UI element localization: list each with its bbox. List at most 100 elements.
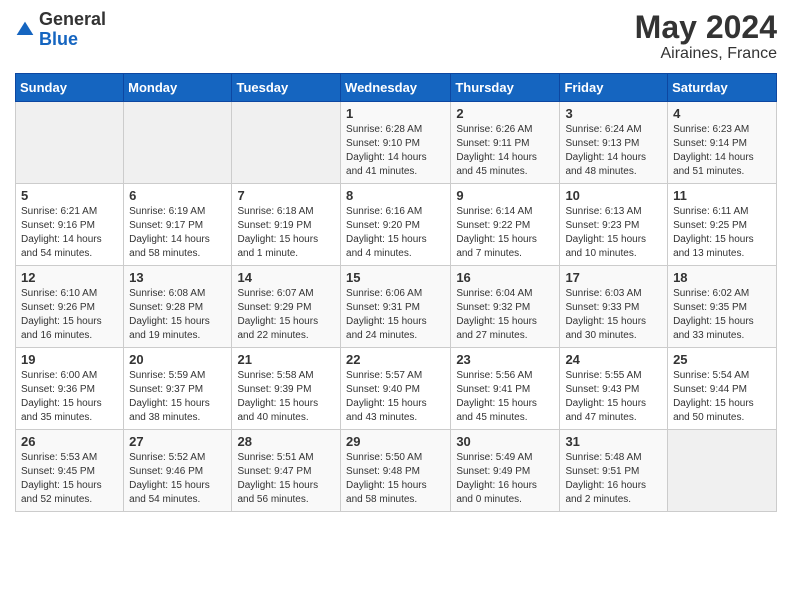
day-info: Sunrise: 5:48 AM Sunset: 9:51 PM Dayligh… bbox=[565, 451, 662, 507]
day-number: 7 bbox=[237, 188, 335, 203]
day-cell: 12Sunrise: 6:10 AM Sunset: 9:26 PM Dayli… bbox=[16, 266, 124, 348]
day-info: Sunrise: 6:03 AM Sunset: 9:33 PM Dayligh… bbox=[565, 287, 662, 343]
calendar: SundayMondayTuesdayWednesdayThursdayFrid… bbox=[15, 73, 777, 512]
day-number: 3 bbox=[565, 106, 662, 121]
day-cell: 27Sunrise: 5:52 AM Sunset: 9:46 PM Dayli… bbox=[124, 430, 232, 512]
day-cell: 31 Sunrise: 5:48 AM Sunset: 9:51 PM Dayli… bbox=[560, 430, 668, 512]
day-cell: 11 Sunrise: 6:11 AM Sunset: 9:25 PM Dayli… bbox=[668, 184, 777, 266]
day-number: 6 bbox=[129, 188, 226, 203]
day-info: Sunrise: 6:18 AM Sunset: 9:19 PM Dayligh… bbox=[237, 205, 335, 261]
day-info: Sunrise: 6:28 AM Sunset: 9:10 PM Dayligh… bbox=[346, 123, 445, 179]
day-cell: 2Sunrise: 6:26 AM Sunset: 9:11 PM Daylig… bbox=[451, 102, 560, 184]
day-number: 30 bbox=[456, 434, 554, 449]
logo-blue: Blue bbox=[39, 29, 78, 49]
day-number: 20 bbox=[129, 352, 226, 367]
day-number: 13 bbox=[129, 270, 226, 285]
week-row-2: 5Sunrise: 6:21 AM Sunset: 9:16 PM Daylig… bbox=[16, 184, 777, 266]
week-row-1: 1 Sunrise: 6:28 AM Sunset: 9:10 PM Daylig… bbox=[16, 102, 777, 184]
day-info: Sunrise: 6:02 AM Sunset: 9:35 PM Dayligh… bbox=[673, 287, 771, 343]
day-info: Sunrise: 6:21 AM Sunset: 9:16 PM Dayligh… bbox=[21, 205, 118, 261]
logo-text: General Blue bbox=[39, 10, 106, 50]
day-number: 22 bbox=[346, 352, 445, 367]
day-cell bbox=[16, 102, 124, 184]
day-info: Sunrise: 5:57 AM Sunset: 9:40 PM Dayligh… bbox=[346, 369, 445, 425]
day-info: Sunrise: 6:11 AM Sunset: 9:25 PM Dayligh… bbox=[673, 205, 771, 261]
month-year: May 2024 bbox=[635, 10, 777, 45]
day-number: 17 bbox=[565, 270, 662, 285]
day-info: Sunrise: 6:07 AM Sunset: 9:29 PM Dayligh… bbox=[237, 287, 335, 343]
day-info: Sunrise: 5:52 AM Sunset: 9:46 PM Dayligh… bbox=[129, 451, 226, 507]
day-info: Sunrise: 6:04 AM Sunset: 9:32 PM Dayligh… bbox=[456, 287, 554, 343]
day-number: 15 bbox=[346, 270, 445, 285]
day-cell: 18 Sunrise: 6:02 AM Sunset: 9:35 PM Dayli… bbox=[668, 266, 777, 348]
logo-icon bbox=[15, 20, 35, 40]
weekday-header-monday: Monday bbox=[124, 74, 232, 102]
day-cell: 30 Sunrise: 5:49 AM Sunset: 9:49 PM Dayli… bbox=[451, 430, 560, 512]
week-row-3: 12Sunrise: 6:10 AM Sunset: 9:26 PM Dayli… bbox=[16, 266, 777, 348]
day-cell: 29 Sunrise: 5:50 AM Sunset: 9:48 PM Dayli… bbox=[341, 430, 451, 512]
day-number: 12 bbox=[21, 270, 118, 285]
weekday-header-tuesday: Tuesday bbox=[232, 74, 341, 102]
title-block: May 2024 Airaines, France bbox=[635, 10, 777, 63]
weekday-header-thursday: Thursday bbox=[451, 74, 560, 102]
day-info: Sunrise: 5:53 AM Sunset: 9:45 PM Dayligh… bbox=[21, 451, 118, 507]
day-cell: 8 Sunrise: 6:16 AM Sunset: 9:20 PM Daylig… bbox=[341, 184, 451, 266]
day-info: Sunrise: 6:08 AM Sunset: 9:28 PM Dayligh… bbox=[129, 287, 226, 343]
day-number: 24 bbox=[565, 352, 662, 367]
day-cell: 13 Sunrise: 6:08 AM Sunset: 9:28 PM Dayli… bbox=[124, 266, 232, 348]
day-cell: 19 Sunrise: 6:00 AM Sunset: 9:36 PM Dayli… bbox=[16, 348, 124, 430]
day-number: 19 bbox=[21, 352, 118, 367]
day-info: Sunrise: 6:16 AM Sunset: 9:20 PM Dayligh… bbox=[346, 205, 445, 261]
day-number: 8 bbox=[346, 188, 445, 203]
day-info: Sunrise: 5:59 AM Sunset: 9:37 PM Dayligh… bbox=[129, 369, 226, 425]
header: General Blue May 2024 Airaines, France bbox=[15, 10, 777, 63]
day-cell: 10 Sunrise: 6:13 AM Sunset: 9:23 PM Dayli… bbox=[560, 184, 668, 266]
day-cell: 4 Sunrise: 6:23 AM Sunset: 9:14 PM Daylig… bbox=[668, 102, 777, 184]
weekday-header-friday: Friday bbox=[560, 74, 668, 102]
day-number: 26 bbox=[21, 434, 118, 449]
day-number: 31 bbox=[565, 434, 662, 449]
day-info: Sunrise: 6:13 AM Sunset: 9:23 PM Dayligh… bbox=[565, 205, 662, 261]
day-number: 10 bbox=[565, 188, 662, 203]
day-info: Sunrise: 6:23 AM Sunset: 9:14 PM Dayligh… bbox=[673, 123, 771, 179]
day-info: Sunrise: 5:55 AM Sunset: 9:43 PM Dayligh… bbox=[565, 369, 662, 425]
day-cell bbox=[668, 430, 777, 512]
day-number: 29 bbox=[346, 434, 445, 449]
day-cell: 26 Sunrise: 5:53 AM Sunset: 9:45 PM Dayli… bbox=[16, 430, 124, 512]
weekday-header-saturday: Saturday bbox=[668, 74, 777, 102]
day-cell: 22 Sunrise: 5:57 AM Sunset: 9:40 PM Dayli… bbox=[341, 348, 451, 430]
day-info: Sunrise: 6:26 AM Sunset: 9:11 PM Dayligh… bbox=[456, 123, 554, 179]
weekday-header-wednesday: Wednesday bbox=[341, 74, 451, 102]
day-number: 23 bbox=[456, 352, 554, 367]
logo-general: General bbox=[39, 9, 106, 29]
day-info: Sunrise: 6:14 AM Sunset: 9:22 PM Dayligh… bbox=[456, 205, 554, 261]
day-cell: 15Sunrise: 6:06 AM Sunset: 9:31 PM Dayli… bbox=[341, 266, 451, 348]
day-info: Sunrise: 5:51 AM Sunset: 9:47 PM Dayligh… bbox=[237, 451, 335, 507]
day-number: 28 bbox=[237, 434, 335, 449]
day-info: Sunrise: 5:54 AM Sunset: 9:44 PM Dayligh… bbox=[673, 369, 771, 425]
day-cell bbox=[232, 102, 341, 184]
week-row-5: 26 Sunrise: 5:53 AM Sunset: 9:45 PM Dayli… bbox=[16, 430, 777, 512]
day-info: Sunrise: 5:49 AM Sunset: 9:49 PM Dayligh… bbox=[456, 451, 554, 507]
day-cell: 5Sunrise: 6:21 AM Sunset: 9:16 PM Daylig… bbox=[16, 184, 124, 266]
day-info: Sunrise: 6:24 AM Sunset: 9:13 PM Dayligh… bbox=[565, 123, 662, 179]
weekday-header-row: SundayMondayTuesdayWednesdayThursdayFrid… bbox=[16, 74, 777, 102]
day-info: Sunrise: 6:00 AM Sunset: 9:36 PM Dayligh… bbox=[21, 369, 118, 425]
day-cell: 21 Sunrise: 5:58 AM Sunset: 9:39 PM Dayli… bbox=[232, 348, 341, 430]
day-number: 16 bbox=[456, 270, 554, 285]
day-cell bbox=[124, 102, 232, 184]
day-number: 18 bbox=[673, 270, 771, 285]
day-number: 11 bbox=[673, 188, 771, 203]
day-cell: 28 Sunrise: 5:51 AM Sunset: 9:47 PM Dayli… bbox=[232, 430, 341, 512]
day-number: 1 bbox=[346, 106, 445, 121]
page: General Blue May 2024 Airaines, France S… bbox=[0, 0, 792, 612]
day-number: 21 bbox=[237, 352, 335, 367]
day-number: 4 bbox=[673, 106, 771, 121]
day-info: Sunrise: 5:56 AM Sunset: 9:41 PM Dayligh… bbox=[456, 369, 554, 425]
day-info: Sunrise: 5:50 AM Sunset: 9:48 PM Dayligh… bbox=[346, 451, 445, 507]
logo: General Blue bbox=[15, 10, 106, 50]
day-info: Sunrise: 6:19 AM Sunset: 9:17 PM Dayligh… bbox=[129, 205, 226, 261]
week-row-4: 19 Sunrise: 6:00 AM Sunset: 9:36 PM Dayli… bbox=[16, 348, 777, 430]
weekday-header-sunday: Sunday bbox=[16, 74, 124, 102]
day-info: Sunrise: 5:58 AM Sunset: 9:39 PM Dayligh… bbox=[237, 369, 335, 425]
